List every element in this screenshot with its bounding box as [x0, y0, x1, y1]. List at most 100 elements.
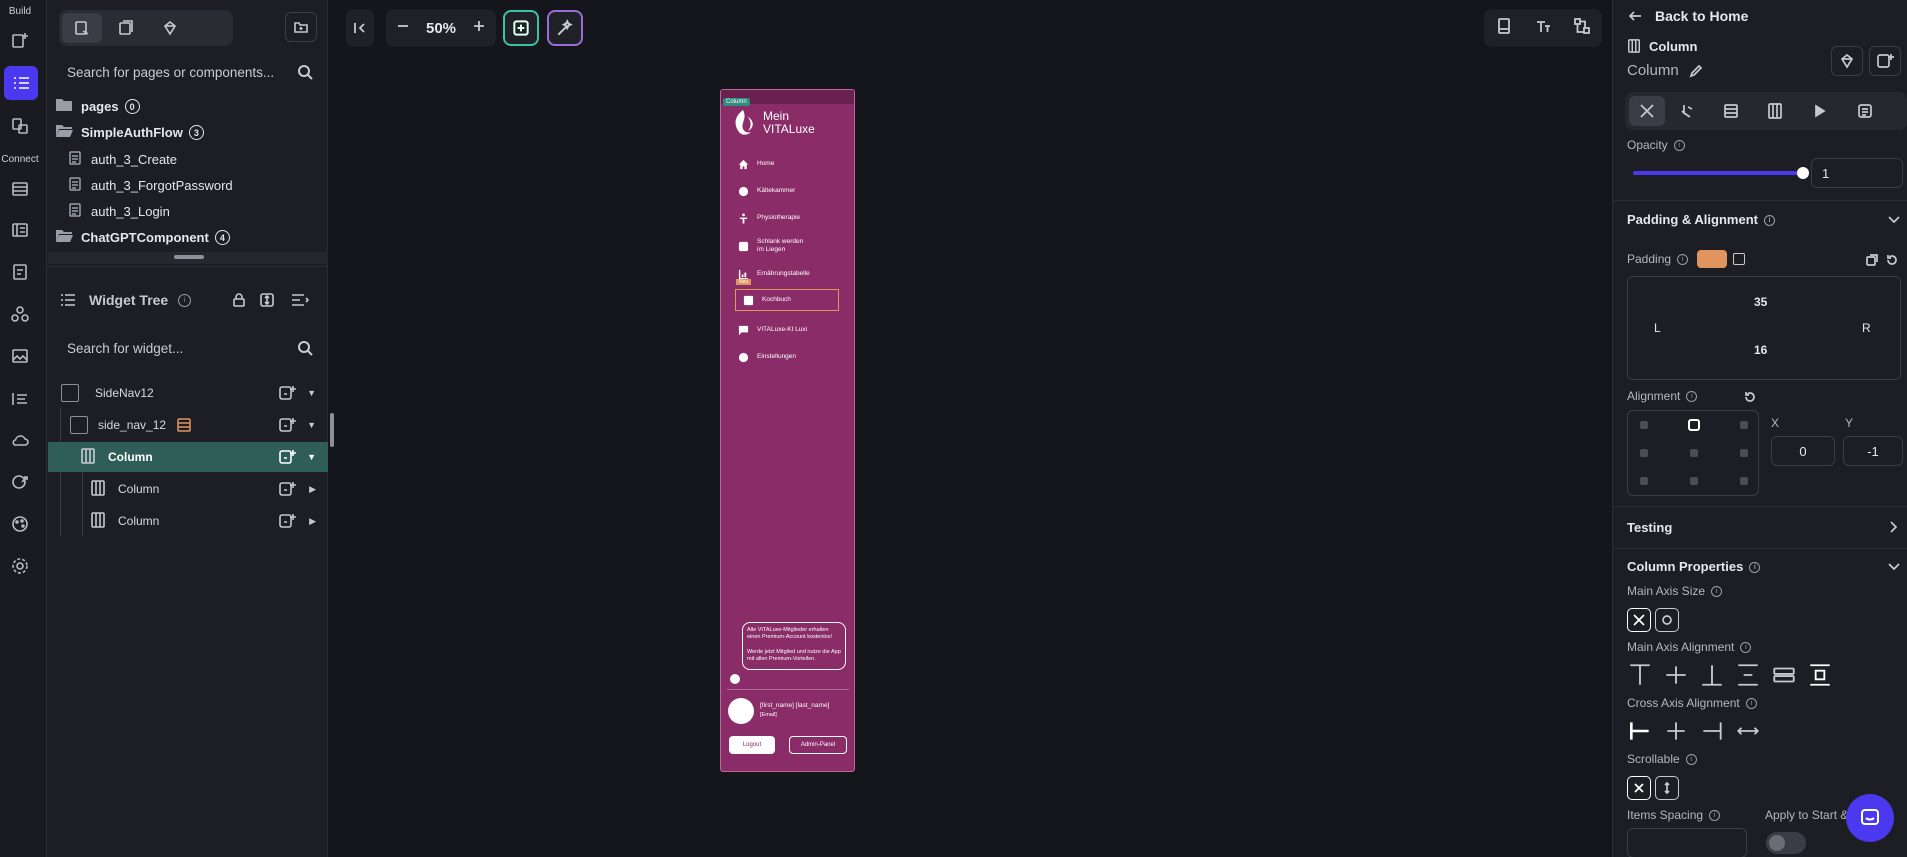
nav-home[interactable]: Home	[737, 158, 774, 170]
space-between-icon[interactable]	[1735, 662, 1761, 688]
resize-grip[interactable]	[174, 255, 204, 259]
integrations-icon[interactable]	[6, 300, 34, 328]
storyboard-icon[interactable]	[6, 385, 34, 413]
deploy-icon[interactable]	[6, 468, 34, 496]
chevron-down-icon[interactable]: ▼	[307, 420, 316, 430]
add-child-icon[interactable]	[278, 416, 296, 437]
page-item[interactable]: auth_3_ForgotPassword	[67, 176, 233, 195]
ai-generate-button[interactable]	[547, 10, 583, 46]
chevron-down-icon[interactable]	[1887, 560, 1901, 574]
favorite-diamond-button[interactable]	[1831, 46, 1863, 76]
schema-icon[interactable]	[6, 216, 34, 244]
align-top-center-selected[interactable]	[1688, 419, 1700, 431]
add-child-icon[interactable]	[278, 480, 296, 501]
settings-gear-icon[interactable]	[6, 552, 34, 580]
add-child-icon[interactable]	[278, 384, 296, 405]
scrollable-on-button[interactable]	[1655, 776, 1679, 800]
widget-row-column[interactable]: Column ▶	[48, 506, 328, 536]
opacity-input[interactable]: 1	[1811, 158, 1903, 188]
tab-docs[interactable]	[1847, 96, 1883, 126]
info-icon[interactable]: i	[1685, 754, 1697, 766]
page-item[interactable]: auth_3_Login	[67, 202, 170, 221]
padding-mode-individual[interactable]	[1733, 253, 1745, 265]
expand-collapse-icon[interactable]	[259, 292, 275, 308]
info-icon[interactable]: i	[1740, 642, 1752, 654]
nav-kaeltekammer[interactable]: Kältekammer	[737, 185, 795, 197]
opacity-slider-track[interactable]	[1633, 171, 1807, 175]
tab-properties[interactable]	[1629, 96, 1665, 126]
folder-simpleauthflow[interactable]: SimpleAuthFlow 3	[55, 123, 204, 142]
add-widget-button[interactable]	[503, 10, 539, 46]
folder-chatgptcomponent[interactable]: ChatGPTComponent 4	[55, 228, 230, 247]
alignment-grid[interactable]	[1627, 410, 1759, 496]
widget-row-column-selected[interactable]: Column ▼	[48, 442, 328, 472]
cross-center-icon[interactable]	[1663, 718, 1689, 744]
testing-title[interactable]: Testing	[1627, 520, 1672, 535]
widget-row-sidenav12[interactable]: SideNav12 ▼	[48, 378, 328, 408]
info-icon[interactable]: i	[1673, 140, 1685, 152]
opacity-slider-knob[interactable]	[1797, 167, 1809, 179]
api-calls-icon[interactable]	[6, 258, 34, 286]
device-frame-icon[interactable]	[1495, 17, 1513, 40]
chevron-down-icon[interactable]: ▼	[307, 452, 316, 462]
align-center-left[interactable]	[1640, 449, 1648, 457]
tab-animations[interactable]	[1801, 96, 1837, 126]
phone-preview[interactable]: Column Mein VITALuxe Home Kältekammer Ph…	[720, 89, 855, 772]
folder-pages[interactable]: pages 0	[55, 97, 140, 116]
components-icon[interactable]	[6, 112, 34, 140]
align-bottom-right[interactable]	[1740, 477, 1748, 485]
widget-name-row[interactable]: Column	[1627, 62, 1703, 79]
media-assets-icon[interactable]	[6, 342, 34, 370]
cloud-icon[interactable]	[6, 426, 34, 454]
chevron-down-icon[interactable]	[1887, 213, 1901, 227]
padding-alignment-title[interactable]: Padding & Alignment i	[1627, 212, 1775, 227]
widget-row-side-nav-12[interactable]: side_nav_12 ▼	[48, 410, 328, 440]
align-top-right[interactable]	[1740, 421, 1748, 429]
scrollable-off-button[interactable]	[1627, 776, 1651, 800]
alignment-y-input[interactable]: -1	[1843, 436, 1903, 466]
new-folder-button[interactable]	[285, 12, 317, 42]
info-icon[interactable]: i	[1686, 391, 1698, 403]
copy-icon[interactable]	[1865, 253, 1879, 267]
chevron-right-icon[interactable]: ▶	[309, 516, 316, 527]
align-end-icon[interactable]	[1699, 662, 1725, 688]
info-icon[interactable]: i	[1763, 215, 1775, 227]
theme-icon[interactable]	[6, 510, 34, 538]
align-center-right[interactable]	[1740, 449, 1748, 457]
padding-mode-uniform[interactable]	[1697, 250, 1727, 268]
space-around-icon[interactable]	[1771, 662, 1797, 688]
apply-to-start-toggle[interactable]	[1766, 832, 1806, 854]
tree-options-icon[interactable]	[289, 292, 311, 308]
reset-icon[interactable]	[1743, 390, 1757, 404]
info-icon[interactable]: i	[1745, 698, 1757, 710]
database-icon[interactable]	[6, 175, 34, 203]
info-icon[interactable]: i	[1749, 562, 1761, 574]
tab-actions[interactable]	[1669, 96, 1705, 126]
cross-stretch-icon[interactable]	[1735, 718, 1761, 744]
align-center[interactable]	[1690, 449, 1698, 457]
add-page-icon[interactable]	[6, 26, 34, 54]
align-top-left[interactable]	[1640, 421, 1648, 429]
library-tab[interactable]	[150, 13, 190, 43]
widget-search-input[interactable]: Search for widget...	[59, 332, 321, 364]
space-evenly-icon-selected[interactable]	[1807, 662, 1833, 688]
widget-row-column[interactable]: Column ▶	[48, 474, 328, 504]
components-tab[interactable]	[106, 13, 146, 43]
align-center-icon[interactable]	[1663, 662, 1689, 688]
collapse-panel-button[interactable]	[346, 9, 374, 47]
convert-component-button[interactable]	[1869, 46, 1901, 76]
lock-icon[interactable]	[231, 292, 247, 308]
page-search-input[interactable]: Search for pages or components...	[59, 56, 321, 88]
chevron-right-icon[interactable]: ▶	[309, 484, 316, 495]
padding-bottom-value[interactable]: 16	[1754, 343, 1767, 357]
info-icon[interactable]: i	[178, 293, 192, 307]
chevron-right-icon[interactable]	[1887, 520, 1901, 534]
nav-kochbuch[interactable]: Kochbuch	[735, 289, 839, 311]
edit-pencil-icon[interactable]	[1689, 64, 1703, 78]
main-axis-size-min-button[interactable]	[1655, 608, 1679, 632]
close-promo-icon[interactable]	[730, 674, 740, 684]
info-icon[interactable]: i	[1709, 810, 1721, 822]
padding-top-value[interactable]: 35	[1754, 295, 1767, 309]
pages-tab[interactable]	[62, 13, 102, 43]
nav-physiotherapie[interactable]: Physiotherapie	[737, 212, 800, 224]
